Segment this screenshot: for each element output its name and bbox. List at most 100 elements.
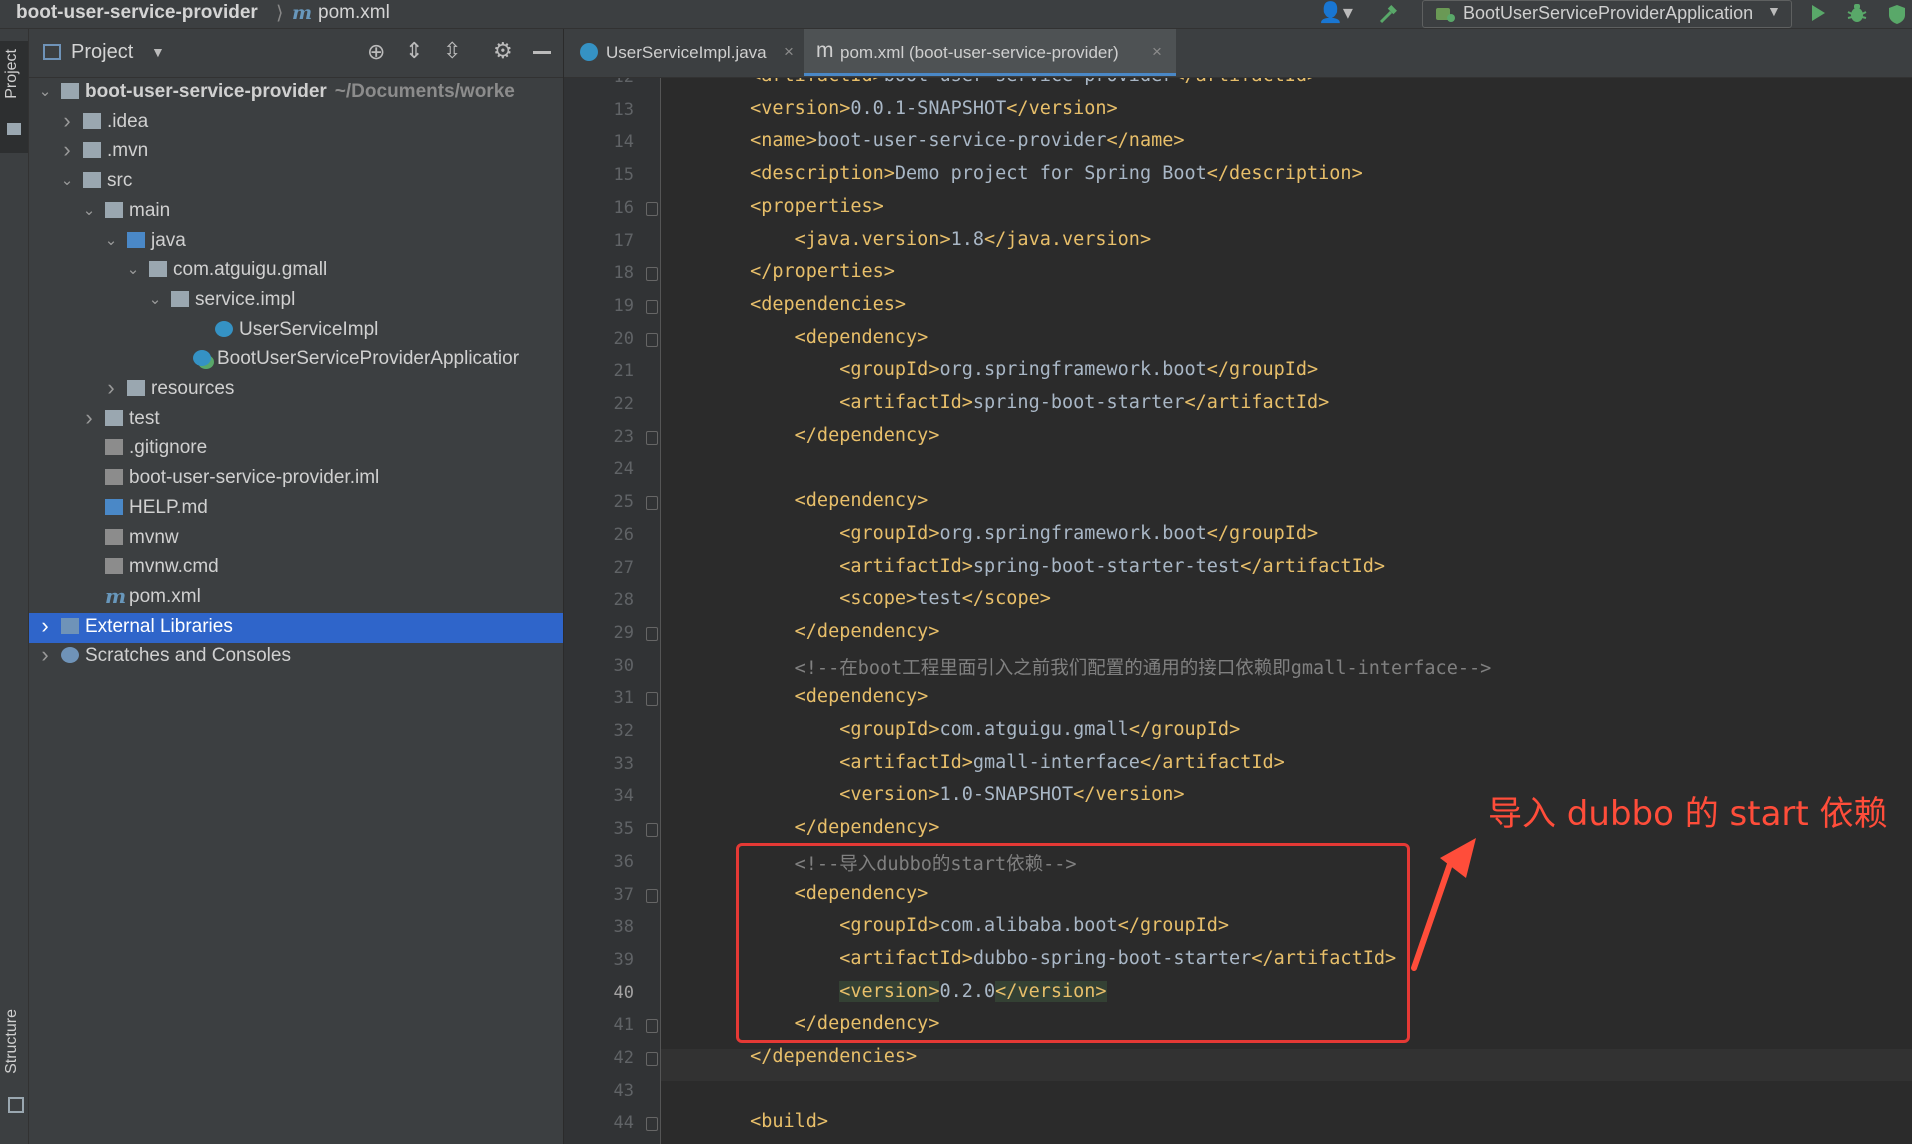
tree-item[interactable]: UserServiceImpl — [29, 316, 563, 346]
code-line[interactable]: <artifactId>boot-user-service-provider</… — [661, 78, 1318, 97]
tab-user-service-impl[interactable]: UserServiceImpl.java × — [564, 29, 802, 76]
chevron-right-icon[interactable]: › — [37, 613, 53, 639]
line-number: 33 — [613, 753, 634, 774]
tree-item[interactable]: › External Libraries — [29, 612, 563, 643]
code-line[interactable]: <dependencies> — [661, 294, 906, 326]
run-configuration-label: BootUserServiceProviderApplication — [1463, 3, 1754, 23]
chevron-down-icon[interactable]: ⌄ — [103, 231, 119, 249]
close-icon[interactable]: × — [784, 42, 794, 62]
tree-item[interactable]: ⌄ main — [29, 197, 563, 227]
tree-item-path-hint: ~/Documents/worke — [334, 81, 515, 102]
code-line[interactable]: </dependency> — [661, 425, 940, 457]
code-line[interactable]: <java.version>1.8</java.version> — [661, 229, 1151, 261]
tree-item[interactable]: HELP.md — [29, 494, 563, 524]
code-line[interactable]: <groupId>org.springframework.boot</group… — [661, 523, 1318, 555]
tree-item[interactable]: › .mvn — [29, 137, 563, 167]
chevron-down-icon[interactable]: ▼ — [151, 44, 165, 60]
tree-item-label: mvnw.cmd — [129, 556, 219, 578]
tab-label: UserServiceImpl.java — [606, 43, 767, 62]
fold-marker-icon[interactable] — [646, 299, 658, 314]
gear-icon[interactable]: ⚙ — [493, 38, 513, 64]
tree-item[interactable]: .gitignore — [29, 434, 563, 464]
collapse-all-icon[interactable]: ⇳ — [443, 38, 461, 64]
code-line[interactable]: </properties> — [661, 261, 895, 293]
fold-marker-icon[interactable] — [646, 1052, 658, 1066]
code-line[interactable]: <dependency> — [661, 686, 929, 718]
tree-item[interactable]: ⌄ boot-user-service-provider ~/Documents/w… — [29, 78, 563, 108]
locate-icon[interactable]: ⊕ — [367, 39, 385, 65]
chevron-down-icon[interactable]: ⌄ — [59, 171, 75, 189]
line-number: 31 — [613, 688, 634, 709]
build-hammer-icon[interactable] — [1378, 3, 1400, 25]
breadcrumb-project[interactable]: boot-user-service-provider — [16, 2, 258, 24]
project-view-title[interactable]: Project — [71, 41, 133, 64]
coverage-icon[interactable] — [1886, 3, 1908, 25]
close-icon[interactable]: × — [1152, 42, 1162, 62]
hide-panel-icon[interactable] — [533, 51, 551, 54]
code-line[interactable]: <build> — [661, 1111, 828, 1143]
code-line[interactable]: </dependencies> — [661, 1046, 917, 1078]
tree-item[interactable]: › Scratches and Consoles — [29, 642, 563, 672]
fold-marker-icon[interactable] — [646, 1019, 658, 1034]
code-line[interactable]: <name>boot-user-service-provider</name> — [661, 130, 1184, 162]
fold-marker-icon[interactable] — [646, 888, 658, 903]
structure-tool-tab[interactable]: Structure — [0, 1009, 28, 1119]
code-line[interactable]: <!--在boot工程里面引入之前我们配置的通用的接口依赖即gmall-inte… — [661, 654, 1492, 686]
fold-marker-icon[interactable] — [646, 496, 658, 511]
chevron-down-icon[interactable]: ⌄ — [81, 201, 97, 219]
tree-item[interactable]: ⌄ java — [29, 227, 563, 257]
tree-item[interactable]: boot-user-service-provider.iml — [29, 464, 563, 494]
code-line[interactable]: <scope>test</scope> — [661, 588, 1051, 620]
chevron-down-icon[interactable]: ⌄ — [147, 290, 163, 308]
tree-item-label: resources — [151, 378, 235, 399]
chevron-down-icon[interactable]: ⌄ — [37, 82, 53, 100]
run-configuration-selector[interactable]: BootUserServiceProviderApplication ▼ — [1422, 0, 1792, 28]
project-tool-tab[interactable]: Project — [0, 41, 28, 153]
code-line[interactable]: <groupId>com.atguigu.gmall</groupId> — [661, 719, 1240, 751]
code-line[interactable]: <artifactId>spring-boot-starter</artifac… — [661, 392, 1329, 424]
chevron-right-icon[interactable]: › — [59, 108, 75, 134]
fold-marker-icon[interactable] — [646, 1117, 658, 1132]
code-line[interactable]: <properties> — [661, 196, 884, 228]
chevron-down-icon[interactable]: ⌄ — [125, 260, 141, 278]
fold-marker-icon[interactable] — [646, 201, 658, 216]
line-number: 21 — [613, 361, 634, 382]
fold-marker-icon[interactable] — [646, 626, 658, 641]
code-line[interactable]: <description>Demo project for Spring Boo… — [661, 163, 1363, 195]
tree-item[interactable]: ⌄ com.atguigu.gmall — [29, 256, 563, 286]
chevron-right-icon[interactable]: › — [81, 405, 97, 431]
tree-item[interactable]: ⌄ service.impl — [29, 286, 563, 316]
chevron-right-icon[interactable]: › — [103, 375, 119, 401]
tree-item[interactable]: mvnw.cmd — [29, 553, 563, 583]
tree-item[interactable]: › resources — [29, 375, 563, 405]
code-line[interactable]: <version>0.0.1-SNAPSHOT</version> — [661, 98, 1118, 130]
code-line[interactable]: <dependency> — [661, 490, 929, 522]
tree-item[interactable]: › .idea — [29, 108, 563, 138]
tab-pom-xml[interactable]: m pom.xml (boot-user-service-provider) × — [804, 29, 1176, 76]
user-icon[interactable]: 👤▾ — [1318, 0, 1353, 25]
fold-marker-icon[interactable] — [646, 332, 658, 347]
tree-item[interactable]: › test — [29, 405, 563, 435]
code-line[interactable]: <dependency> — [661, 327, 929, 359]
code-line[interactable]: <groupId>org.springframework.boot</group… — [661, 359, 1318, 391]
expand-all-icon[interactable]: ⇕ — [405, 38, 423, 64]
fold-marker-icon[interactable] — [646, 430, 658, 445]
tree-item[interactable]: ⌄ src — [29, 167, 563, 197]
chevron-right-icon[interactable]: › — [37, 642, 53, 668]
tree-item[interactable]: mvnw — [29, 524, 563, 554]
code-line[interactable]: <artifactId>spring-boot-starter-test</ar… — [661, 556, 1385, 588]
fold-marker-icon[interactable] — [646, 267, 658, 282]
run-icon[interactable] — [1808, 3, 1828, 23]
debug-icon[interactable] — [1846, 2, 1868, 24]
maven-icon: m — [292, 2, 313, 24]
code-line[interactable]: <artifactId>gmall-interface</artifactId> — [661, 752, 1285, 784]
folder-icon — [83, 172, 101, 189]
breadcrumb-file[interactable]: pom.xml — [318, 2, 390, 24]
chevron-right-icon[interactable]: › — [59, 137, 75, 163]
code-line[interactable]: <version>1.0-SNAPSHOT</version> — [661, 784, 1184, 816]
tree-item[interactable]: BootUserServiceProviderApplicatior — [29, 345, 563, 375]
code-line[interactable]: </dependency> — [661, 621, 940, 653]
fold-marker-icon[interactable] — [646, 823, 658, 838]
fold-marker-icon[interactable] — [646, 692, 658, 707]
tree-item[interactable]: m pom.xml — [29, 583, 563, 613]
